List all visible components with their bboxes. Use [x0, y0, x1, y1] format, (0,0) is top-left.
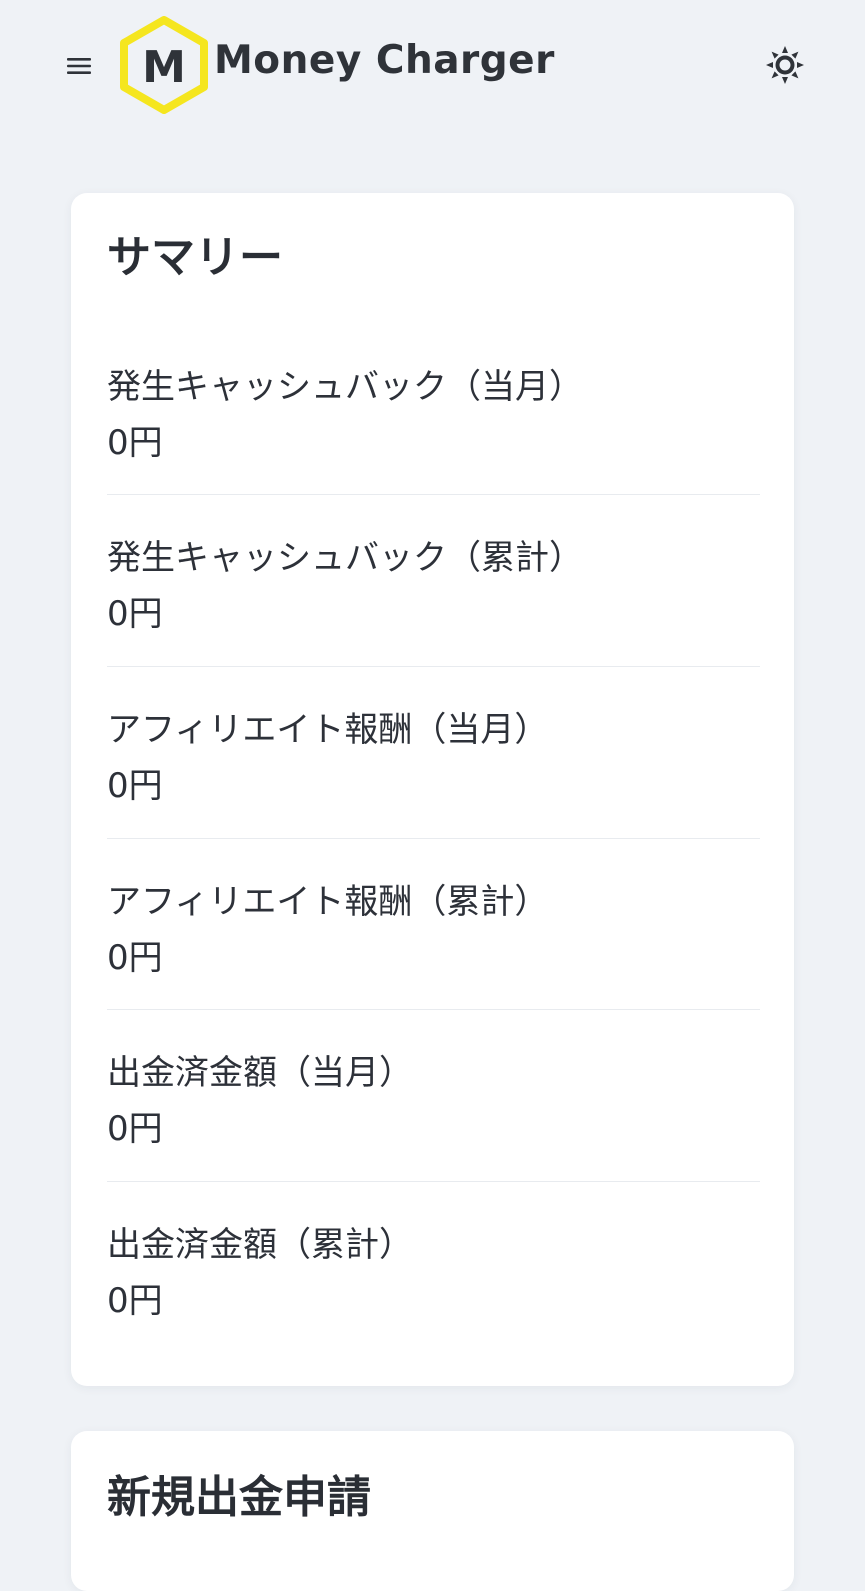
stat-label: アフィリエイト報酬（当月）	[107, 710, 549, 750]
stat-label: 発生キャッシュバック（当月）	[107, 367, 583, 407]
withdraw-request-card: 新規出金申請	[71, 1431, 794, 1591]
stat-withdrawn-month: 出金済金額（当月） 0円	[107, 1009, 760, 1181]
stat-label: アフィリエイト報酬（累計）	[107, 882, 549, 922]
stat-withdrawn-total: 出金済金額（累計） 0円	[107, 1181, 760, 1353]
stat-value: 0円	[107, 1281, 163, 1321]
stat-label: 発生キャッシュバック（累計）	[107, 538, 583, 578]
stat-affiliate-total: アフィリエイト報酬（累計） 0円	[107, 838, 760, 1010]
app-name[interactable]: Money Charger	[214, 38, 555, 83]
sun-icon[interactable]	[764, 44, 806, 86]
logo-icon[interactable]: M	[118, 16, 210, 114]
logo-letter: M	[142, 42, 186, 93]
stat-label: 出金済金額（当月）	[107, 1053, 413, 1093]
summary-card: サマリー 発生キャッシュバック（当月） 0円 発生キャッシュバック（累計） 0円…	[71, 193, 794, 1386]
app-header: M Money Charger	[0, 0, 865, 135]
stat-value: 0円	[107, 938, 163, 978]
stat-value: 0円	[107, 766, 163, 806]
hamburger-menu-icon[interactable]	[64, 52, 94, 80]
stat-affiliate-month: アフィリエイト報酬（当月） 0円	[107, 666, 760, 838]
stat-value: 0円	[107, 423, 163, 463]
stat-value: 0円	[107, 594, 163, 634]
withdraw-request-title: 新規出金申請	[107, 1472, 371, 1523]
stat-label: 出金済金額（累計）	[107, 1225, 413, 1265]
stat-cashback-total: 発生キャッシュバック（累計） 0円	[107, 494, 760, 666]
stat-cashback-month: 発生キャッシュバック（当月） 0円	[107, 323, 760, 495]
stat-value: 0円	[107, 1109, 163, 1149]
summary-title: サマリー	[107, 232, 283, 283]
